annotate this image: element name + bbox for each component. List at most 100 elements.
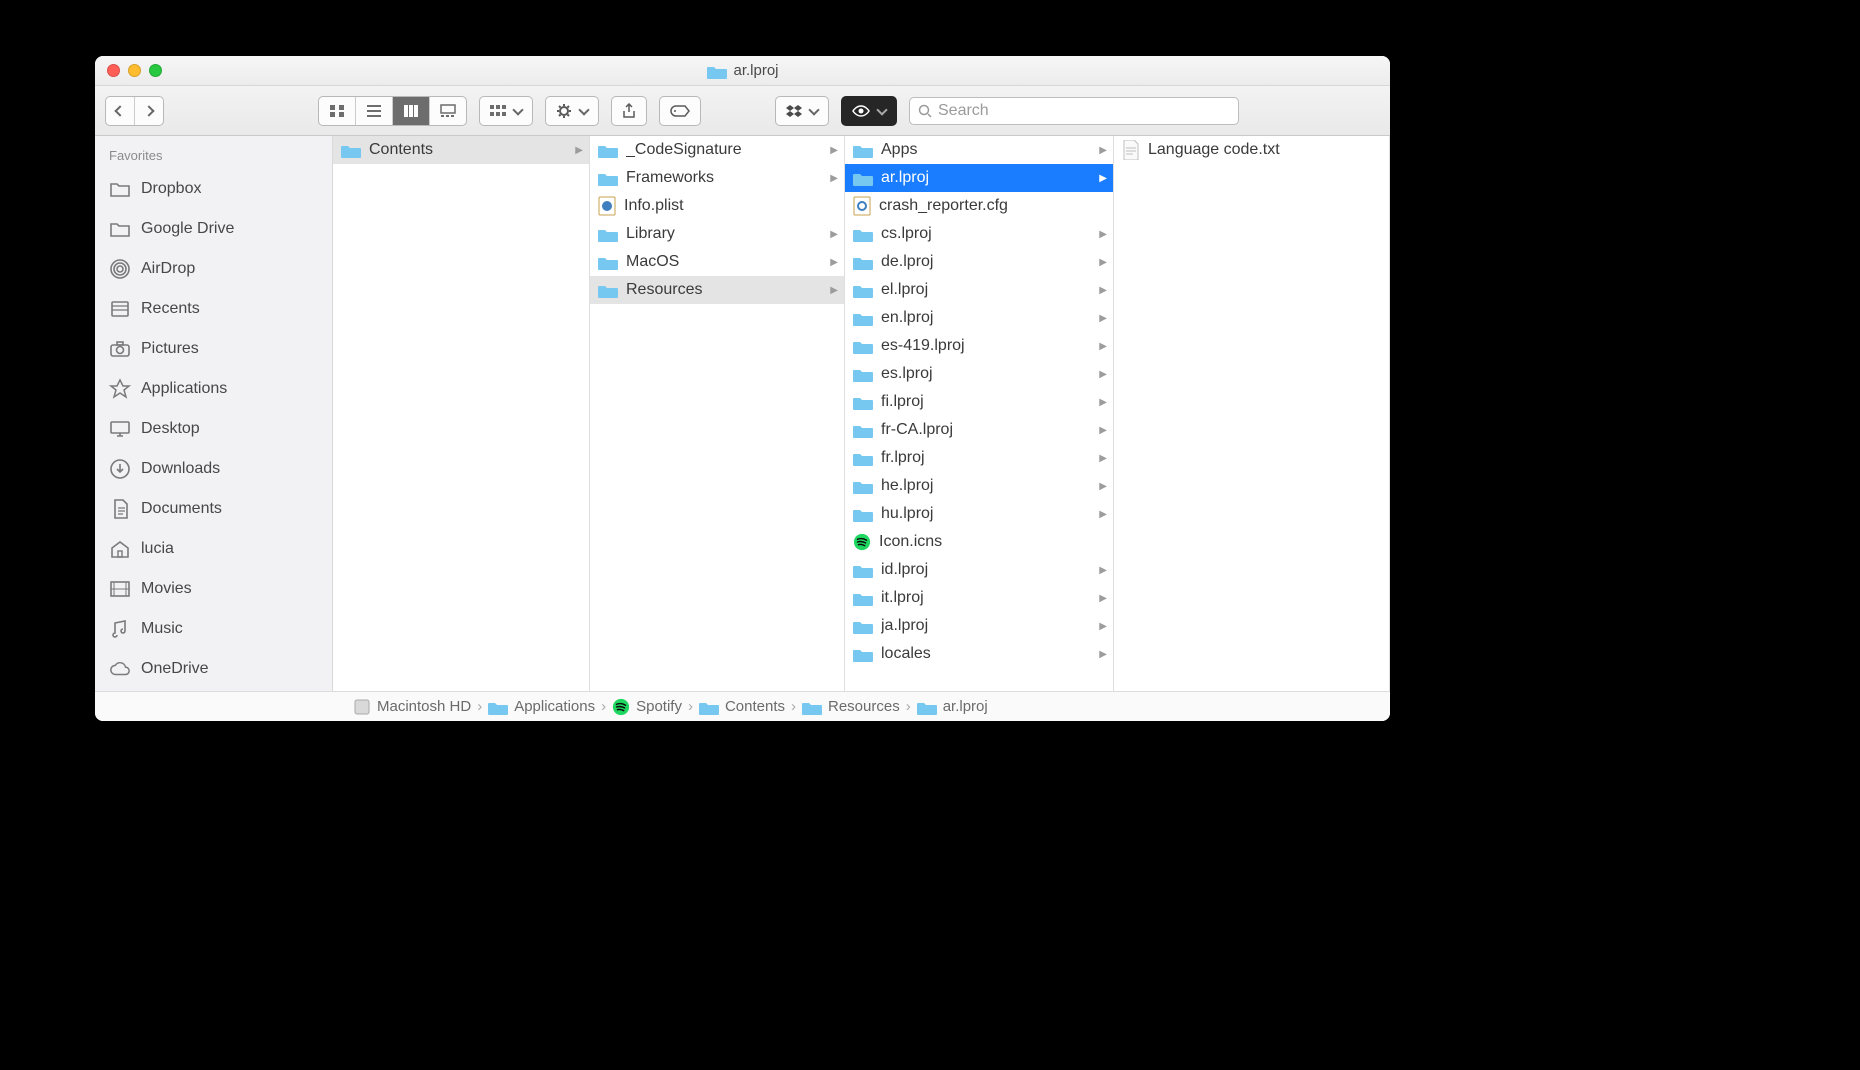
- item-name: locales: [881, 645, 1091, 663]
- column-view-icon: [403, 104, 419, 118]
- column-4[interactable]: Language code.txt: [1114, 136, 1390, 691]
- path-crumb[interactable]: Resources: [802, 698, 900, 715]
- sidebar-item-label: Google Drive: [141, 220, 234, 238]
- sidebar-item-recents[interactable]: Recents: [95, 289, 332, 329]
- group-by-icon: [490, 104, 506, 118]
- sidebar-item-label: Downloads: [141, 460, 220, 478]
- folder-row[interactable]: de.lproj▶: [845, 248, 1113, 276]
- path-crumb[interactable]: Contents: [699, 698, 785, 715]
- disclosure-arrow-icon: ▶: [1099, 397, 1107, 408]
- sidebar-item-label: Dropbox: [141, 180, 201, 198]
- folder-row[interactable]: Resources▶: [590, 276, 844, 304]
- list-view-button[interactable]: [356, 97, 393, 125]
- file-row[interactable]: Icon.icns: [845, 528, 1113, 556]
- action-menu-button[interactable]: [545, 96, 599, 126]
- sidebar-item-lucia[interactable]: lucia: [95, 529, 332, 569]
- path-crumb[interactable]: Spotify: [612, 697, 682, 717]
- disclosure-arrow-icon: ▶: [1099, 145, 1107, 156]
- sidebar-item-label: Movies: [141, 580, 192, 598]
- apps-icon: [109, 378, 131, 400]
- gallery-view-button[interactable]: [430, 97, 466, 125]
- folder-row[interactable]: id.lproj▶: [845, 556, 1113, 584]
- home-icon: [109, 538, 131, 560]
- sidebar-item-desktop[interactable]: Desktop: [95, 409, 332, 449]
- eye-icon: [852, 104, 870, 118]
- item-name: it.lproj: [881, 589, 1091, 607]
- nav-history: [105, 96, 164, 126]
- folder-row[interactable]: ja.lproj▶: [845, 612, 1113, 640]
- crumb-label: Applications: [514, 698, 595, 715]
- disclosure-arrow-icon: ▶: [1099, 453, 1107, 464]
- column-view-button[interactable]: [393, 97, 430, 125]
- search-field[interactable]: Search: [909, 97, 1239, 125]
- folder-row[interactable]: Frameworks▶: [590, 164, 844, 192]
- folder-row[interactable]: hu.lproj▶: [845, 500, 1113, 528]
- folder-row[interactable]: Contents▶: [333, 136, 589, 164]
- item-name: he.lproj: [881, 477, 1091, 495]
- sidebar-item-music[interactable]: Music: [95, 609, 332, 649]
- privacy-button[interactable]: [841, 96, 897, 126]
- item-name: hu.lproj: [881, 505, 1091, 523]
- folder-row[interactable]: fr-CA.lproj▶: [845, 416, 1113, 444]
- folder-row[interactable]: Library▶: [590, 220, 844, 248]
- disclosure-arrow-icon: ▶: [1099, 621, 1107, 632]
- column-1[interactable]: Contents▶: [333, 136, 590, 691]
- group-by-button[interactable]: [479, 96, 533, 126]
- path-crumb[interactable]: ar.lproj: [917, 698, 988, 715]
- item-name: id.lproj: [881, 561, 1091, 579]
- folder-row[interactable]: Apps▶: [845, 136, 1113, 164]
- folder-row[interactable]: fr.lproj ▶: [845, 444, 1113, 472]
- folder-row[interactable]: _CodeSignature▶: [590, 136, 844, 164]
- sidebar-item-pictures[interactable]: Pictures: [95, 329, 332, 369]
- tags-button[interactable]: [659, 96, 701, 126]
- path-crumb[interactable]: Macintosh HD: [353, 697, 471, 717]
- folder-row[interactable]: fi.lproj ▶: [845, 388, 1113, 416]
- folder-row[interactable]: es-419.lproj▶: [845, 332, 1113, 360]
- crumb-label: Macintosh HD: [377, 698, 471, 715]
- folder-row[interactable]: locales▶: [845, 640, 1113, 668]
- path-crumb[interactable]: Applications: [488, 698, 595, 715]
- sidebar-item-airdrop[interactable]: AirDrop: [95, 249, 332, 289]
- folder-row[interactable]: es.lproj▶: [845, 360, 1113, 388]
- sidebar-item-downloads[interactable]: Downloads: [95, 449, 332, 489]
- dropbox-button[interactable]: [775, 96, 829, 126]
- disclosure-arrow-icon: ▶: [1099, 229, 1107, 240]
- folder-row[interactable]: it.lproj▶: [845, 584, 1113, 612]
- folder-row[interactable]: el.lproj▶: [845, 276, 1113, 304]
- folder-row[interactable]: he.lproj▶: [845, 472, 1113, 500]
- dropbox-icon: [786, 104, 802, 118]
- fullscreen-button[interactable]: [149, 64, 162, 77]
- close-button[interactable]: [107, 64, 120, 77]
- item-name: fr-CA.lproj: [881, 421, 1091, 439]
- sidebar-item-documents[interactable]: Documents: [95, 489, 332, 529]
- sidebar-item-dropbox[interactable]: Dropbox: [95, 169, 332, 209]
- sidebar-item-applications[interactable]: Applications: [95, 369, 332, 409]
- column-2[interactable]: _CodeSignature▶Frameworks▶Info.plistLibr…: [590, 136, 845, 691]
- forward-button[interactable]: [135, 97, 163, 125]
- item-name: es.lproj: [881, 365, 1091, 383]
- icon-view-button[interactable]: [319, 97, 356, 125]
- item-name: fr.lproj: [881, 449, 1091, 467]
- share-button[interactable]: [611, 96, 647, 126]
- folder-row[interactable]: ar.lproj▶: [845, 164, 1113, 192]
- window-title-text: ar.lproj: [733, 62, 778, 79]
- item-name: fi.lproj: [881, 393, 1091, 411]
- sidebar-item-onedrive[interactable]: OneDrive: [95, 649, 332, 689]
- column-3[interactable]: Apps▶ar.lproj▶crash_reporter.cfgcs.lproj…: [845, 136, 1114, 691]
- crumb-label: Contents: [725, 698, 785, 715]
- minimize-button[interactable]: [128, 64, 141, 77]
- sidebar-item-movies[interactable]: Movies: [95, 569, 332, 609]
- disclosure-arrow-icon: ▶: [575, 145, 583, 156]
- search-icon: [918, 104, 932, 118]
- file-row[interactable]: crash_reporter.cfg: [845, 192, 1113, 220]
- recents-icon: [109, 298, 131, 320]
- file-row[interactable]: Language code.txt: [1114, 136, 1389, 164]
- folder-row[interactable]: cs.lproj▶: [845, 220, 1113, 248]
- folder-row[interactable]: en.lproj▶: [845, 304, 1113, 332]
- folder-row[interactable]: MacOS▶: [590, 248, 844, 276]
- file-row[interactable]: Info.plist: [590, 192, 844, 220]
- disclosure-arrow-icon: ▶: [1099, 313, 1107, 324]
- sidebar-item-google-drive[interactable]: Google Drive: [95, 209, 332, 249]
- back-button[interactable]: [106, 97, 135, 125]
- folder-icon: [706, 63, 726, 79]
